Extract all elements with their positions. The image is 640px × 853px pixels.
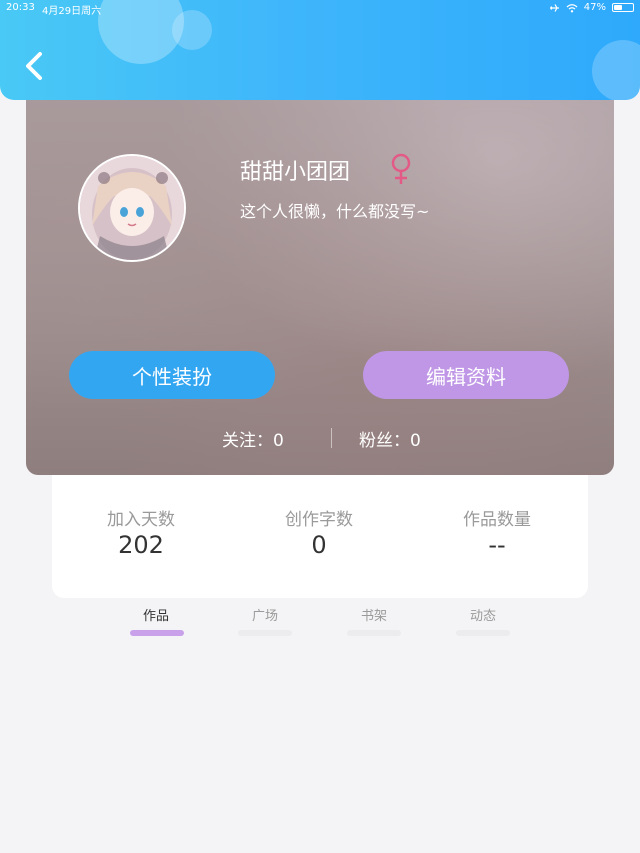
- top-header: 20:33 4月29日周六 47%: [0, 0, 640, 100]
- tab-square[interactable]: 广场: [235, 605, 295, 624]
- stat-value: 202: [118, 531, 164, 559]
- personalize-button[interactable]: 个性装扮: [69, 351, 275, 399]
- stat-works-count: 作品数量 --: [408, 509, 586, 559]
- stat-word-count: 创作字数 0: [230, 509, 408, 559]
- following-count[interactable]: 关注：0: [222, 426, 284, 451]
- tab-indicator: [347, 630, 401, 636]
- edit-profile-button[interactable]: 编辑资料: [363, 351, 569, 399]
- stat-label: 创作字数: [285, 510, 353, 530]
- tab-activity[interactable]: 动态: [453, 605, 513, 624]
- user-bio: 这个人很懒，什么都没写~: [240, 202, 430, 221]
- stat-label: 作品数量: [463, 510, 531, 530]
- tab-bar: 作品 广场 书架 动态: [0, 600, 640, 640]
- profile-card: 甜甜小团团 这个人很懒，什么都没写~ 个性装扮 编辑资料 关注：0 粉丝：0: [26, 100, 614, 475]
- tab-indicator: [130, 630, 184, 636]
- stat-label: 加入天数: [107, 510, 175, 530]
- avatar[interactable]: [78, 154, 186, 262]
- tab-works[interactable]: 作品: [126, 605, 186, 624]
- status-indicators: 47%: [549, 2, 634, 13]
- stat-join-days: 加入天数 202: [52, 509, 230, 559]
- stats-panel: 加入天数 202 创作字数 0 作品数量 --: [52, 475, 588, 598]
- tab-indicator: [456, 630, 510, 636]
- divider: [331, 428, 332, 448]
- follow-stats: 关注：0 粉丝：0: [26, 426, 614, 451]
- battery-percent: 47%: [583, 2, 606, 13]
- back-arrow-icon[interactable]: [18, 46, 52, 86]
- battery-fill: [614, 5, 622, 10]
- status-time: 20:33: [6, 2, 35, 13]
- status-date: 4月29日周六: [42, 6, 102, 17]
- avatar-image: [80, 156, 184, 260]
- airplane-icon: [549, 3, 559, 12]
- fans-count[interactable]: 粉丝：0: [359, 426, 421, 451]
- status-bar: 20:33 4月29日周六 47%: [0, 0, 640, 18]
- wifi-icon: [566, 3, 578, 12]
- decorative-bubble: [592, 40, 640, 100]
- tab-indicator: [238, 630, 292, 636]
- tab-bookshelf[interactable]: 书架: [344, 605, 404, 624]
- stat-value: --: [488, 531, 506, 559]
- battery-icon: [612, 3, 634, 12]
- username: 甜甜小团团: [240, 160, 351, 185]
- stat-value: 0: [311, 531, 327, 559]
- female-symbol-icon: [391, 153, 411, 184]
